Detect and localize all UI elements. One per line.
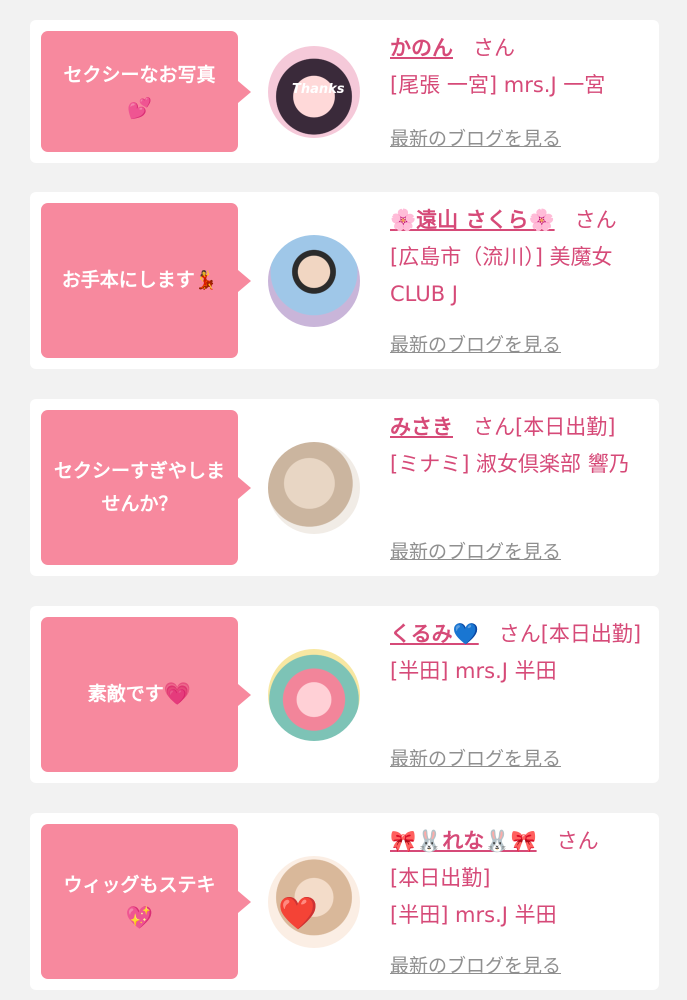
comment-card: セクシーすぎやしませんか？ みさき さん[本日出勤] [ミナミ] 淑女倶楽部 響乃… [30, 399, 659, 576]
latest-blog-link[interactable]: 最新のブログを見る [390, 951, 561, 978]
honorific: さん [473, 415, 515, 439]
comment-card: ウィッグもステキ 💖 ❤️ 🎀🐰れな🐰🎀 さん [本日出勤] [半田] mrs.J… [30, 813, 659, 990]
comment-text: 素敵です [87, 683, 164, 705]
cast-name-link[interactable]: くるみ💙 [390, 622, 479, 646]
comment-bubble: セクシーなお写真 💕 [41, 31, 251, 152]
avatar[interactable]: ❤️ [268, 856, 360, 948]
comment-bubble: 素敵です💗 [41, 617, 251, 772]
comment-card: 素敵です💗 くるみ💙 さん[本日出勤] [半田] mrs.J 半田 最新のブログを… [30, 606, 659, 783]
honorific: さん [498, 622, 541, 646]
honorific: さん [556, 829, 599, 853]
shop-name: [尾張 一宮] mrs.J 一宮 [390, 73, 606, 97]
shop-name: [広島市（流川）] 美魔女CLUB J [390, 245, 613, 306]
latest-blog-link[interactable]: 最新のブログを見る [390, 537, 561, 564]
status-badge: [本日出勤] [390, 866, 491, 890]
comment-bubble: セクシーすぎやしませんか？ [41, 410, 251, 565]
shop-name: [半田] mrs.J 半田 [390, 903, 557, 927]
comment-bubble: お手本にします💃 [41, 203, 251, 358]
cast-info: みさき さん[本日出勤] [ミナミ] 淑女倶楽部 響乃 [390, 409, 652, 483]
cast-name-link[interactable]: 🎀🐰れな🐰🎀 [390, 829, 537, 853]
comment-text: お手本にします [61, 269, 195, 291]
status-badge: [本日出勤] [540, 622, 642, 646]
latest-blog-link[interactable]: 最新のブログを見る [390, 330, 561, 357]
avatar[interactable] [268, 649, 360, 741]
sparkling-heart-icon: 💖 [125, 905, 154, 931]
cast-name-link[interactable]: 🌸遠山 さくら🌸 [390, 208, 555, 232]
comment-list: セクシーなお写真 💕 Thanks かのん さん [尾張 一宮] mrs.J 一宮… [0, 0, 687, 1000]
comment-card: お手本にします💃 🌸遠山 さくら🌸 さん [広島市（流川）] 美魔女CLUB J … [30, 192, 659, 369]
latest-blog-link[interactable]: 最新のブログを見る [390, 124, 561, 151]
cast-info: 🌸遠山 さくら🌸 さん [広島市（流川）] 美魔女CLUB J [390, 202, 652, 313]
latest-blog-link[interactable]: 最新のブログを見る [390, 744, 561, 771]
cast-info: かのん さん [尾張 一宮] mrs.J 一宮 [390, 30, 652, 104]
comment-text: セクシーなお写真 [63, 63, 216, 86]
cast-info: 🎀🐰れな🐰🎀 さん [本日出勤] [半田] mrs.J 半田 [390, 823, 652, 934]
heart-icon: ❤️ [278, 894, 318, 932]
dancer-icon: 💃 [194, 270, 218, 291]
honorific: さん [574, 208, 617, 232]
cast-name-link[interactable]: みさき [390, 415, 453, 439]
cast-name-link[interactable]: かのん [390, 36, 453, 60]
avatar[interactable] [268, 235, 360, 327]
shop-name: [半田] mrs.J 半田 [390, 659, 557, 683]
honorific: さん [473, 36, 515, 60]
avatar-caption: Thanks [292, 82, 345, 97]
growing-heart-icon: 💗 [163, 682, 192, 707]
shop-name: [ミナミ] 淑女倶楽部 響乃 [390, 452, 630, 476]
cast-info: くるみ💙 さん[本日出勤] [半田] mrs.J 半田 [390, 616, 652, 690]
comment-text: セクシーすぎやしませんか？ [53, 459, 225, 515]
avatar[interactable]: Thanks [268, 46, 360, 138]
avatar[interactable] [268, 442, 360, 534]
comment-card: セクシーなお写真 💕 Thanks かのん さん [尾張 一宮] mrs.J 一宮… [30, 20, 659, 163]
comment-bubble: ウィッグもステキ 💖 [41, 824, 251, 979]
two-hearts-icon: 💕 [127, 95, 152, 120]
comment-text: ウィッグもステキ [63, 873, 216, 896]
status-badge: [本日出勤] [515, 415, 616, 439]
